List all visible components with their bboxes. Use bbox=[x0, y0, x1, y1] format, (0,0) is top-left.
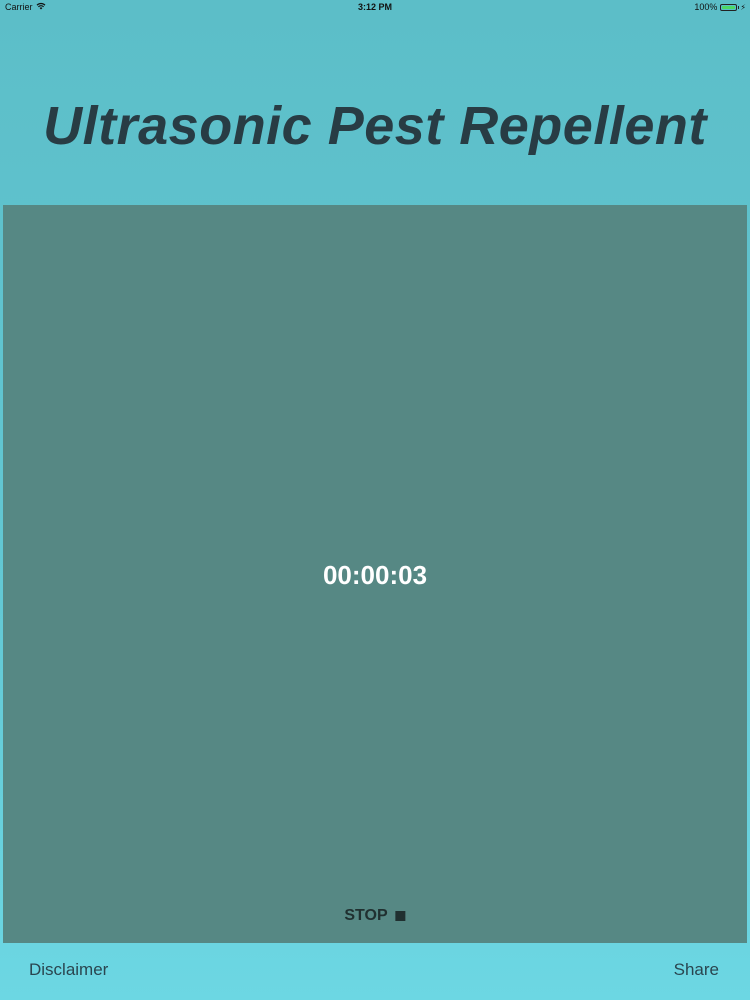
app-title: Ultrasonic Pest Repellent bbox=[43, 96, 707, 156]
battery-fill bbox=[722, 5, 736, 9]
battery-percent: 100% bbox=[694, 2, 718, 12]
bolt-icon: ⚡ bbox=[740, 2, 746, 12]
status-time: 3:12 PM bbox=[357, 2, 392, 12]
stop-button[interactable]: STOP bbox=[338, 905, 411, 927]
stop-label: STOP bbox=[344, 907, 388, 924]
share-link[interactable]: Share bbox=[674, 960, 719, 980]
status-right: 100% ⚡ bbox=[694, 2, 746, 12]
disclaimer-link[interactable]: Disclaimer bbox=[29, 960, 108, 980]
stop-square-icon bbox=[395, 911, 406, 921]
timer-panel[interactable]: 00:00:03 STOP bbox=[3, 205, 747, 943]
timer-display: 00:00:03 bbox=[322, 560, 428, 590]
battery-icon bbox=[720, 3, 740, 11]
status-bar: Carrier 3:12 PM 100% ⚡ bbox=[0, 0, 750, 15]
